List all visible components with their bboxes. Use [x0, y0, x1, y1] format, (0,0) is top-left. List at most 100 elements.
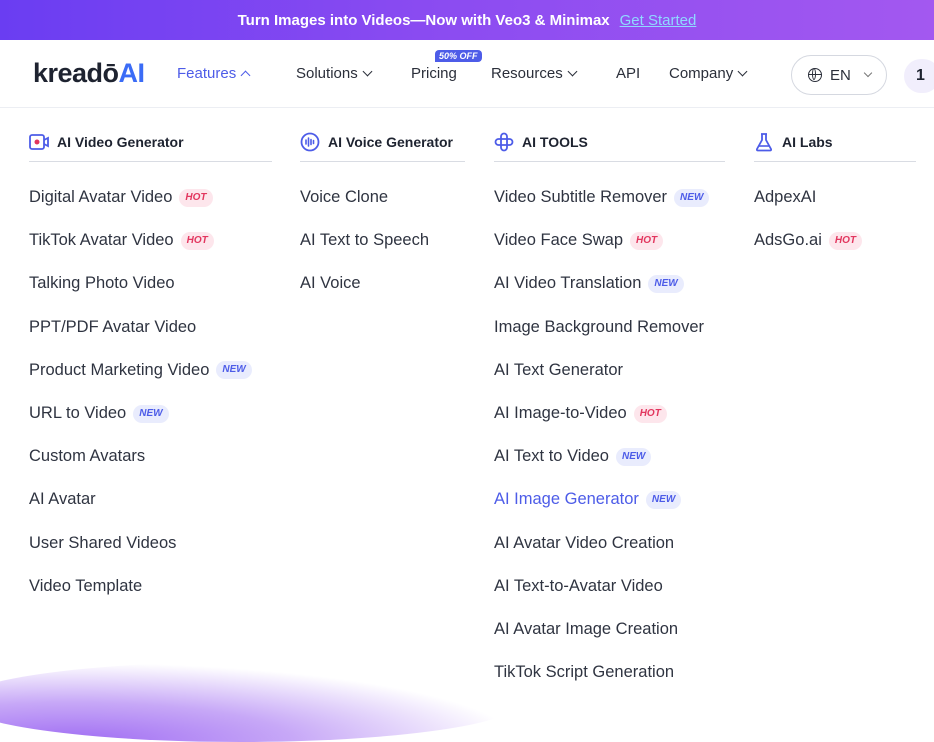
menu-item[interactable]: Video Template [29, 565, 272, 608]
new-badge: NEW [615, 447, 652, 466]
menu-item-label: AI Text Generator [494, 360, 624, 379]
chevron-down-icon [863, 68, 873, 78]
menu-item[interactable]: Image Background Remover [494, 306, 725, 349]
nav-api[interactable]: API [616, 65, 640, 82]
menu-item-label: PPT/PDF Avatar Video [29, 317, 197, 336]
chevron-down-icon [737, 66, 748, 77]
menu-list: Video Subtitle Remover NEW Video Face Swa… [494, 176, 725, 694]
column-title: AI Video Generator [57, 134, 184, 150]
menu-item-hovered[interactable]: AI Image Generator NEW [494, 478, 725, 521]
menu-item[interactable]: AI Text to Video NEW [494, 435, 725, 478]
menu-item-label: AI Image-to-Video [494, 404, 627, 423]
globe-icon [808, 68, 822, 82]
voice-wave-icon [300, 132, 320, 152]
menu-item-label: AI Voice [300, 274, 361, 293]
nav-api-label: API [616, 65, 641, 82]
menu-item[interactable]: AI Image-to-Video HOT [494, 392, 725, 435]
menu-item-label: Product Marketing Video [29, 360, 210, 379]
menu-item[interactable]: Custom Avatars [29, 435, 272, 478]
menu-item-label: Video Face Swap [494, 231, 624, 250]
menu-item-label: AI Text to Speech [300, 231, 430, 250]
menu-item-label: AI Avatar Video Creation [494, 533, 675, 552]
menu-item-label: AI Avatar [29, 490, 96, 509]
menu-item-label: User Shared Videos [29, 533, 177, 552]
menu-item[interactable]: AI Text to Speech [300, 219, 465, 262]
menu-item-label: Digital Avatar Video [29, 188, 173, 207]
nav-features-label: Features [177, 65, 237, 82]
promo-banner: Turn Images into Videos—Now with Veo3 & … [0, 0, 934, 40]
menu-item[interactable]: URL to Video NEW [29, 392, 272, 435]
hot-badge: HOT [633, 404, 667, 423]
menu-item[interactable]: AI Avatar Video Creation [494, 522, 725, 565]
get-started-link[interactable]: Get Started [620, 12, 697, 29]
notification-count: 1 [916, 67, 925, 84]
menu-item-label: AI Text-to-Avatar Video [494, 576, 663, 595]
menu-item[interactable]: TikTok Avatar Video HOT [29, 219, 272, 262]
menu-item-label: Image Background Remover [494, 317, 705, 336]
menu-item-label: Video Subtitle Remover [494, 188, 668, 207]
menu-item[interactable]: AI Avatar [29, 478, 272, 521]
menu-item[interactable]: AI Text-to-Avatar Video [494, 565, 725, 608]
tools-cross-icon [494, 132, 514, 152]
new-badge: NEW [674, 188, 710, 207]
menu-item-label: AI Image Generator [494, 490, 639, 509]
chevron-down-icon [362, 66, 373, 77]
column-heading: AI Video Generator [29, 128, 272, 162]
menu-item[interactable]: TikTok Script Generation [494, 651, 725, 694]
nav-solutions[interactable]: Solutions [296, 65, 373, 82]
menu-item-label: AI Video Translation [494, 274, 642, 293]
menu-item-label: AI Text to Video [494, 447, 609, 466]
notification-badge[interactable]: 1 [904, 59, 934, 93]
menu-item[interactable]: Digital Avatar Video HOT [29, 176, 272, 219]
pricing-sale-badge: 50% OFF [435, 50, 482, 62]
column-title: AI Voice Generator [328, 134, 454, 150]
flask-icon [755, 133, 773, 152]
menu-item[interactable]: AI Text Generator [494, 349, 725, 392]
menu-item[interactable]: AdsGo.ai HOT [754, 219, 916, 262]
menu-item[interactable]: AI Avatar Image Creation [494, 608, 725, 651]
nav-features[interactable]: Features [177, 65, 251, 82]
nav-pricing[interactable]: Pricing [411, 65, 457, 82]
nav-company[interactable]: Company [669, 65, 748, 82]
menu-item[interactable]: AI Video Translation NEW [494, 262, 725, 305]
column-title: AI Labs [782, 134, 833, 150]
logo-wordmark: kreadō [33, 57, 119, 88]
language-label: EN [830, 66, 851, 84]
menu-item[interactable]: AdpexAI [754, 176, 916, 219]
menu-item-label: URL to Video [29, 404, 127, 423]
nav-solutions-label: Solutions [296, 65, 358, 82]
column-heading: AI Voice Generator [300, 128, 465, 162]
nav-company-label: Company [669, 65, 734, 82]
hot-badge: HOT [179, 188, 213, 207]
nav-resources[interactable]: Resources [491, 65, 578, 82]
language-selector[interactable]: EN [791, 55, 887, 95]
column-heading: AI Labs [754, 128, 916, 162]
nav-resources-label: Resources [491, 65, 563, 82]
menu-item-label: TikTok Script Generation [494, 663, 675, 682]
column-heading: AI TOOLS [494, 128, 725, 162]
menu-item[interactable]: Talking Photo Video [29, 262, 272, 305]
menu-item-label: Voice Clone [300, 188, 389, 207]
logo-ai: AI [118, 57, 146, 88]
menu-item[interactable]: Voice Clone [300, 176, 465, 219]
menu-item[interactable]: Product Marketing Video NEW [29, 349, 272, 392]
menu-item[interactable]: Video Face Swap HOT [494, 219, 725, 262]
hot-badge: HOT [630, 231, 664, 250]
new-badge: NEW [648, 274, 684, 293]
menu-item-label: TikTok Avatar Video [29, 231, 174, 250]
kreado-logo[interactable]: kreadō AI [33, 57, 145, 89]
menu-item[interactable]: PPT/PDF Avatar Video [29, 306, 272, 349]
nav-pricing-label: Pricing [411, 65, 457, 82]
menu-item[interactable]: AI Voice [300, 262, 465, 305]
chevron-down-icon [567, 66, 578, 77]
promo-text: Turn Images into Videos—Now with Veo3 & … [237, 11, 610, 29]
video-camera-icon [29, 134, 49, 150]
menu-item[interactable]: User Shared Videos [29, 522, 272, 565]
column-ai-voice-generator: AI Voice Generator Voice Clone AI Text t… [300, 128, 465, 306]
new-badge: NEW [133, 404, 169, 423]
column-ai-video-generator: AI Video Generator Digital Avatar Video H… [29, 128, 272, 608]
menu-item-label: AdpexAI [754, 188, 817, 207]
menu-list: AdpexAI AdsGo.ai HOT [754, 176, 916, 262]
hot-badge: HOT [828, 231, 862, 250]
menu-item[interactable]: Video Subtitle Remover NEW [494, 176, 725, 219]
